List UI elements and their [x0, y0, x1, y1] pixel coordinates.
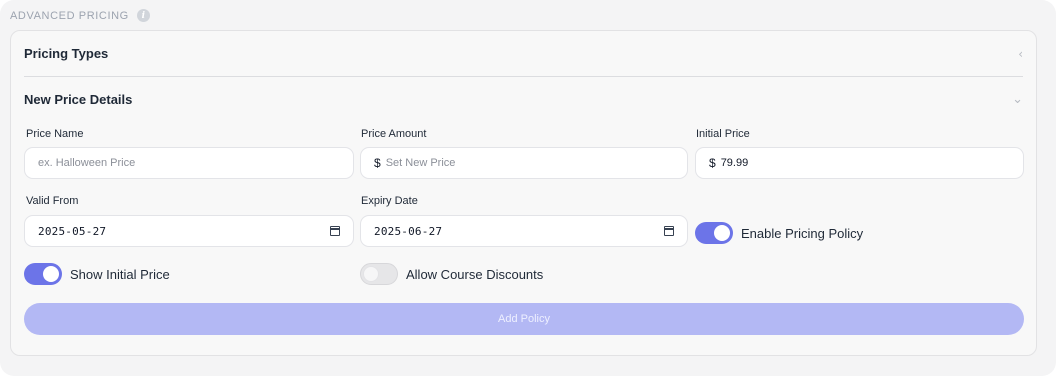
valid-from-label: Valid From [26, 195, 79, 207]
toggle-knob [363, 266, 379, 282]
dollar-prefix: $ [709, 156, 716, 170]
pricing-card: Pricing Types ‹ New Price Details ⌄ Pric… [10, 30, 1037, 356]
info-icon[interactable]: i [136, 9, 150, 22]
add-policy-button[interactable]: Add Policy [24, 303, 1024, 335]
chevron-left-icon[interactable]: ‹ [1018, 47, 1023, 61]
initial-price-input[interactable]: $ 79.99 [695, 147, 1024, 179]
calendar-icon[interactable] [330, 226, 340, 236]
section-header: ADVANCED PRICING i [10, 9, 150, 22]
enable-pricing-policy-label: Enable Pricing Policy [741, 225, 864, 241]
price-amount-placeholder: Set New Price [385, 157, 456, 169]
calendar-icon[interactable] [664, 226, 674, 236]
new-price-details-label: New Price Details [24, 92, 133, 107]
allow-course-discounts-toggle[interactable] [360, 263, 398, 285]
new-price-details-header[interactable]: New Price Details ⌄ [24, 92, 1023, 107]
divider [24, 76, 1023, 77]
show-initial-price-label: Show Initial Price [70, 266, 170, 282]
initial-price-value: 79.99 [720, 157, 749, 169]
price-amount-input[interactable]: $ Set New Price [360, 147, 688, 179]
show-initial-price-toggle-row: Show Initial Price [24, 263, 170, 285]
section-title: ADVANCED PRICING [10, 9, 129, 22]
initial-price-label: Initial Price [696, 128, 750, 140]
expiry-date-value: 2025-06-27 [374, 224, 443, 238]
pricing-types-header[interactable]: Pricing Types ‹ [24, 46, 1023, 61]
price-amount-label: Price Amount [361, 128, 427, 140]
toggle-knob [714, 225, 730, 241]
show-initial-price-toggle[interactable] [24, 263, 62, 285]
expiry-date-input[interactable]: 2025-06-27 [360, 215, 688, 247]
allow-course-discounts-toggle-row: Allow Course Discounts [360, 263, 543, 285]
price-name-placeholder: ex. Halloween Price [38, 157, 136, 169]
valid-from-date-input[interactable]: 2025-05-27 [24, 215, 354, 247]
allow-course-discounts-label: Allow Course Discounts [406, 266, 544, 282]
enable-pricing-policy-toggle[interactable] [695, 222, 733, 244]
pricing-types-label: Pricing Types [24, 46, 109, 61]
chevron-down-icon[interactable]: ⌄ [1012, 92, 1023, 107]
advanced-pricing-panel: ADVANCED PRICING i Pricing Types ‹ New P… [0, 0, 1056, 376]
price-name-label: Price Name [26, 128, 84, 140]
enable-pricing-policy-toggle-row: Enable Pricing Policy [695, 222, 863, 244]
expiry-date-label: Expiry Date [361, 195, 418, 207]
price-name-input[interactable]: ex. Halloween Price [24, 147, 354, 179]
dollar-prefix: $ [374, 156, 381, 170]
valid-from-value: 2025-05-27 [38, 224, 107, 238]
toggle-knob [43, 266, 59, 282]
